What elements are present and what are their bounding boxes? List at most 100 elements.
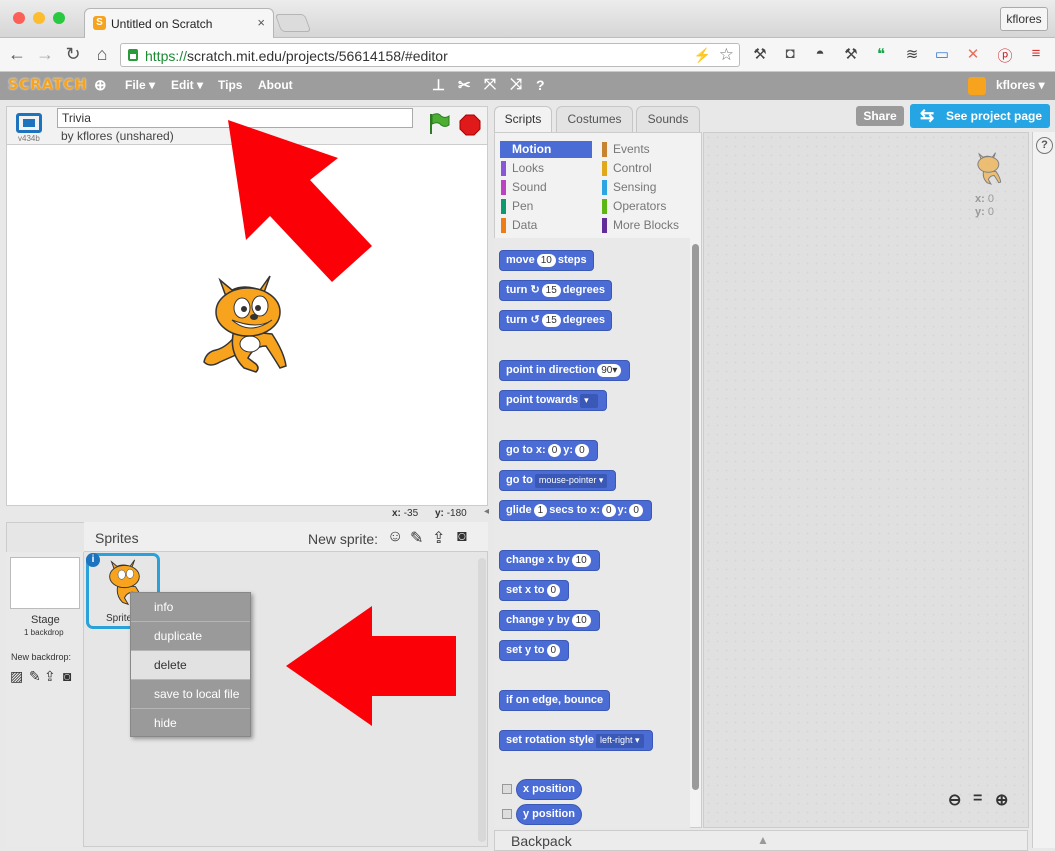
pinterest-ext-icon[interactable]: ⓟ xyxy=(995,45,1015,66)
presentation-mode-icon[interactable] xyxy=(16,113,42,133)
sprite-library-icon[interactable]: ☺ xyxy=(387,528,403,546)
context-item-save-local[interactable]: save to local file xyxy=(131,680,250,709)
see-project-page-button[interactable]: ⇆ See project page xyxy=(910,104,1050,128)
category-looks[interactable]: Looks xyxy=(500,160,592,177)
screen-ext-icon[interactable]: ▭ xyxy=(932,45,952,63)
context-item-delete[interactable]: delete xyxy=(131,651,250,680)
zoom-reset-icon[interactable]: = xyxy=(973,790,982,808)
block-rotation-style[interactable]: set rotation style left-right ▾ xyxy=(499,730,653,751)
browser-tab[interactable]: S Untitled on Scratch × xyxy=(84,8,274,38)
context-item-info[interactable]: info xyxy=(131,593,250,622)
user-menu[interactable]: kflores ▾ xyxy=(996,78,1045,92)
block-set-x[interactable]: set x to 0 xyxy=(499,580,570,601)
user-avatar[interactable] xyxy=(968,77,986,95)
grow-icon[interactable]: ⤧ xyxy=(484,76,496,93)
home-icon[interactable]: ⌂ xyxy=(91,44,113,65)
backdrop-library-icon[interactable]: ▨ xyxy=(10,668,23,685)
back-arrow-icon[interactable]: ← xyxy=(6,44,28,65)
bolt-icon[interactable]: ⚡ xyxy=(694,47,711,64)
context-item-hide[interactable]: hide xyxy=(131,709,250,738)
category-events[interactable]: Events xyxy=(601,141,693,158)
cut-scissors-icon[interactable]: ✂ xyxy=(458,76,471,94)
tab-close-icon[interactable]: × xyxy=(257,15,265,30)
category-sensing[interactable]: Sensing xyxy=(601,179,693,196)
tab-scripts[interactable]: Scripts xyxy=(494,106,552,133)
backpack-bar[interactable]: Backpack ▲ xyxy=(494,830,1028,851)
help-icon[interactable]: ? xyxy=(1036,137,1053,154)
wrench-ext-icon[interactable]: ⚒ xyxy=(750,45,770,63)
chevron-down-icon[interactable]: ▾ xyxy=(580,394,599,408)
scratch-logo[interactable]: SCRATCH xyxy=(8,77,87,93)
minimize-window-icon[interactable] xyxy=(33,12,45,24)
block-set-y[interactable]: set y to 0 xyxy=(499,640,570,661)
block-turn-right[interactable]: turn ↻ 15 degrees xyxy=(499,280,612,301)
green-flag-icon[interactable] xyxy=(428,112,450,136)
tab-costumes[interactable]: Costumes xyxy=(556,106,633,132)
block-go-to[interactable]: go to mouse-pointer ▾ xyxy=(499,470,617,491)
menu-edit[interactable]: Edit ▾ xyxy=(171,78,203,92)
reload-icon[interactable]: ↻ xyxy=(62,44,84,65)
bookmark-star-icon[interactable]: ☆ xyxy=(719,45,734,65)
ext-k-icon[interactable]: ✕ xyxy=(963,45,983,63)
block-change-x[interactable]: change x by 10 xyxy=(499,550,600,571)
menu-file[interactable]: File ▾ xyxy=(125,78,155,92)
pocket-ext-icon[interactable]: ◘ xyxy=(780,45,800,62)
block-glide[interactable]: glide 1 secs to x: 0 y: 0 xyxy=(499,500,652,521)
category-more-blocks[interactable]: More Blocks xyxy=(601,217,693,234)
y-position-checkbox[interactable] xyxy=(502,809,512,819)
browser-profile-button[interactable]: kflores xyxy=(1000,7,1048,31)
category-control[interactable]: Control xyxy=(601,160,693,177)
menu-about[interactable]: About xyxy=(258,78,293,92)
block-point-direction[interactable]: point in direction 90▾ xyxy=(499,360,631,381)
share-button[interactable]: Share xyxy=(856,106,904,126)
sprites-scrollbar[interactable] xyxy=(478,558,486,842)
block-point-towards[interactable]: point towards ▾ xyxy=(499,390,608,411)
info-icon[interactable]: i xyxy=(86,553,100,567)
category-operators[interactable]: Operators xyxy=(601,198,693,215)
block-change-y[interactable]: change y by 10 xyxy=(499,610,600,631)
address-bar[interactable]: https://scratch.mit.edu/projects/5661415… xyxy=(120,43,740,67)
x-position-checkbox[interactable] xyxy=(502,784,512,794)
globe-icon[interactable]: ⊕ xyxy=(94,76,107,94)
stage-thumbnail[interactable] xyxy=(10,557,80,609)
backdrop-upload-icon[interactable]: ⇪ xyxy=(44,668,56,685)
upload-icon[interactable]: ⇪ xyxy=(432,528,445,548)
category-pen[interactable]: Pen xyxy=(500,198,592,215)
menu-tips[interactable]: Tips xyxy=(218,78,242,92)
shrink-icon[interactable]: ⤨ xyxy=(510,76,522,93)
script-area[interactable] xyxy=(703,132,1029,828)
layers-ext-icon[interactable]: ≋ xyxy=(902,45,922,63)
duplicate-stamp-icon[interactable]: ⊥ xyxy=(432,76,445,94)
category-data[interactable]: Data xyxy=(500,217,592,234)
zoom-in-icon[interactable]: ⊕ xyxy=(995,790,1008,810)
camera-icon[interactable]: ◙ xyxy=(457,528,467,546)
chrome-menu-icon[interactable]: ≡ xyxy=(1026,45,1046,62)
close-window-icon[interactable] xyxy=(13,12,25,24)
tab-sounds[interactable]: Sounds xyxy=(636,106,700,132)
maximize-window-icon[interactable] xyxy=(53,12,65,24)
stop-sign-icon[interactable] xyxy=(459,114,481,136)
block-move-steps[interactable]: move 10 steps xyxy=(499,250,594,271)
paint-brush-icon[interactable]: ✎ xyxy=(410,528,423,548)
forward-arrow-icon[interactable]: → xyxy=(34,44,56,65)
spy-ext-icon[interactable]: ◓ xyxy=(810,45,830,62)
block-go-to-xy[interactable]: go to x: 0 y: 0 xyxy=(499,440,598,461)
new-tab-button[interactable] xyxy=(274,14,312,32)
help-block-icon[interactable]: ? xyxy=(536,77,545,93)
backdrop-camera-icon[interactable]: ◙ xyxy=(63,668,71,684)
zoom-out-icon[interactable]: ⊖ xyxy=(948,790,961,810)
category-sound[interactable]: Sound xyxy=(500,179,592,196)
hangouts-ext-icon[interactable]: ❝ xyxy=(871,45,891,63)
tool-ext-icon[interactable]: ⚒ xyxy=(841,45,861,63)
cat-sprite-image[interactable] xyxy=(198,272,296,380)
expand-up-icon[interactable]: ▲ xyxy=(757,833,769,847)
block-bounce[interactable]: if on edge, bounce xyxy=(499,690,611,711)
backdrop-paint-icon[interactable]: ✎ xyxy=(29,668,41,685)
palette-scrollbar[interactable] xyxy=(692,244,699,790)
collapse-stage-icon[interactable]: ◂ xyxy=(484,506,489,517)
reporter-x-position[interactable]: x position xyxy=(516,779,582,800)
reporter-y-position[interactable]: y position xyxy=(516,804,582,825)
context-item-duplicate[interactable]: duplicate xyxy=(131,622,250,651)
category-motion[interactable]: Motion xyxy=(500,141,592,158)
block-turn-left[interactable]: turn ↺ 15 degrees xyxy=(499,310,612,331)
